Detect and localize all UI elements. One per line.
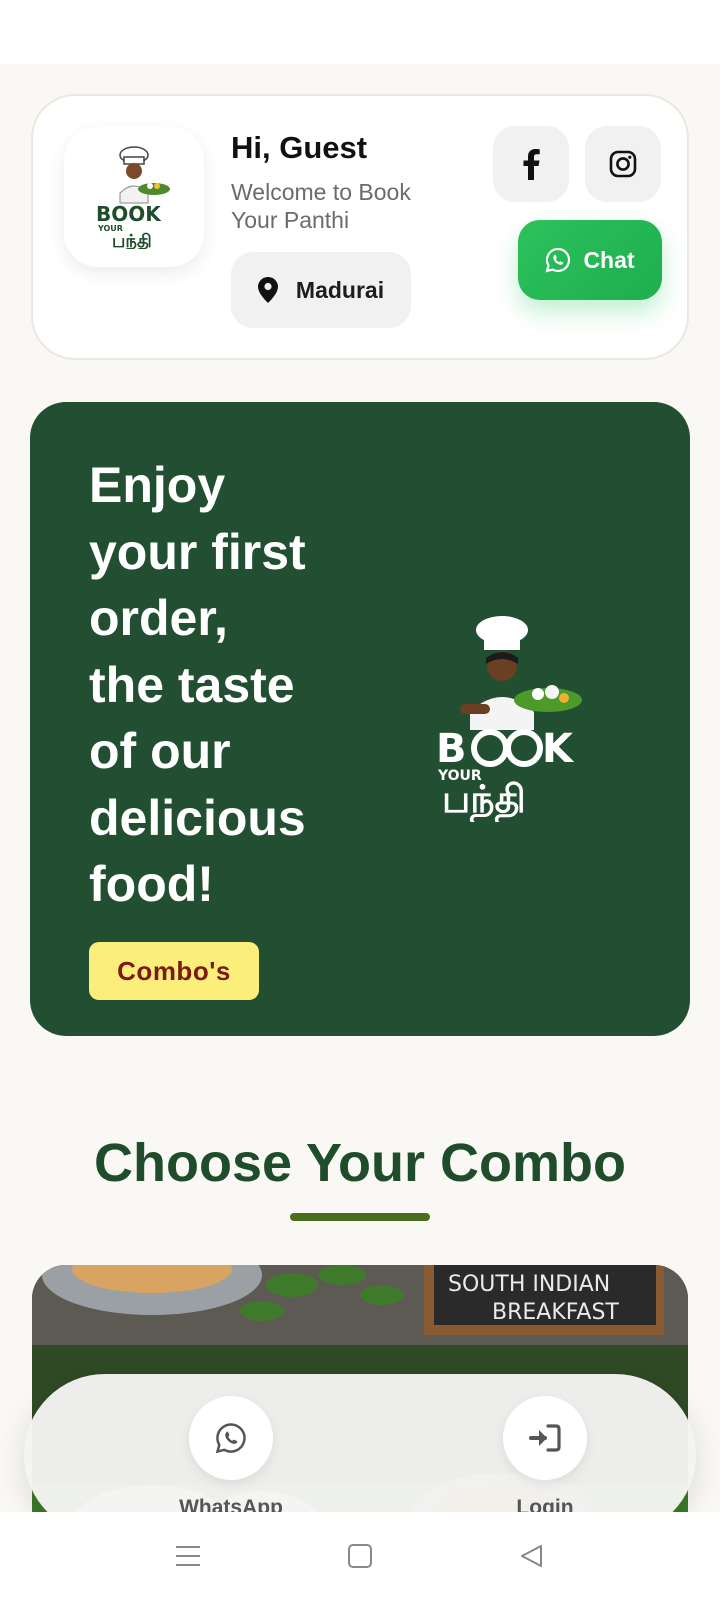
promo-line: of our [89,723,231,779]
chat-button[interactable]: Chat [518,220,662,300]
hamburger-menu-icon [176,1546,200,1566]
promo-headline: Enjoy your first order, the taste of our… [89,452,349,918]
whatsapp-icon [545,247,571,273]
promo-line: food! [89,856,214,912]
promo-line: Enjoy [89,457,226,513]
promo-banner: Enjoy your first order, the taste of our… [30,402,690,1036]
login-nav-button[interactable]: Login [465,1396,625,1512]
whatsapp-icon [215,1423,246,1454]
title-underline [290,1213,430,1221]
status-bar [0,0,720,64]
promo-line: the taste [89,656,295,713]
login-icon [529,1424,561,1452]
svg-text:B: B [436,726,467,772]
back-triangle-icon [521,1545,542,1567]
svg-text:SOUTH INDIAN: SOUTH INDIAN [448,1272,610,1297]
svg-text:BOOK: BOOK [96,202,162,226]
promo-line: delicious [89,789,306,846]
whatsapp-nav-circle [189,1396,273,1480]
section-title: Choose Your Combo [93,1133,626,1193]
header-card: BOOK YOUR பந்தி Hi, Guest Welcome to Boo… [31,94,689,360]
location-pin-icon [257,277,278,303]
facebook-icon [523,149,540,180]
location-button[interactable]: Madurai [231,252,411,328]
instagram-button[interactable] [585,126,661,202]
chef-mascot-logo-icon: B K YOUR பந்தி [436,616,582,822]
location-label: Madurai [295,276,385,303]
svg-text:BREAKFAST: BREAKFAST [492,1300,619,1325]
back-nav-button[interactable] [516,1540,548,1572]
chef-logo-icon: BOOK YOUR பந்தி [96,146,170,249]
chat-label: Chat [583,246,635,273]
promo-line: order, [89,590,228,646]
login-nav-circle [503,1396,587,1480]
floating-bottom-bar: WhatsApp Login [24,1374,696,1512]
facebook-button[interactable] [493,126,569,202]
whatsapp-nav-label: WhatsApp [179,1496,283,1512]
svg-text:பந்தி: பந்தி [112,231,152,249]
promo-line: your first [89,523,306,580]
menu-nav-button[interactable] [172,1540,204,1572]
instagram-icon [609,150,637,178]
welcome-text: Welcome to Book Your Panthi [231,179,411,233]
system-nav-bar [0,1512,720,1600]
combos-button[interactable]: Combo's [89,942,259,1000]
home-nav-button[interactable] [344,1540,376,1572]
svg-text:பந்தி: பந்தி [442,777,526,822]
greeting-text: Hi, Guest [231,130,368,165]
svg-text:K: K [542,726,575,772]
login-nav-label: Login [516,1496,574,1512]
whatsapp-nav-button[interactable]: WhatsApp [151,1396,311,1512]
home-square-icon [348,1544,372,1568]
main-page: BOOK YOUR பந்தி Hi, Guest Welcome to Boo… [0,64,720,1512]
brand-logo[interactable]: BOOK YOUR பந்தி [64,127,204,267]
